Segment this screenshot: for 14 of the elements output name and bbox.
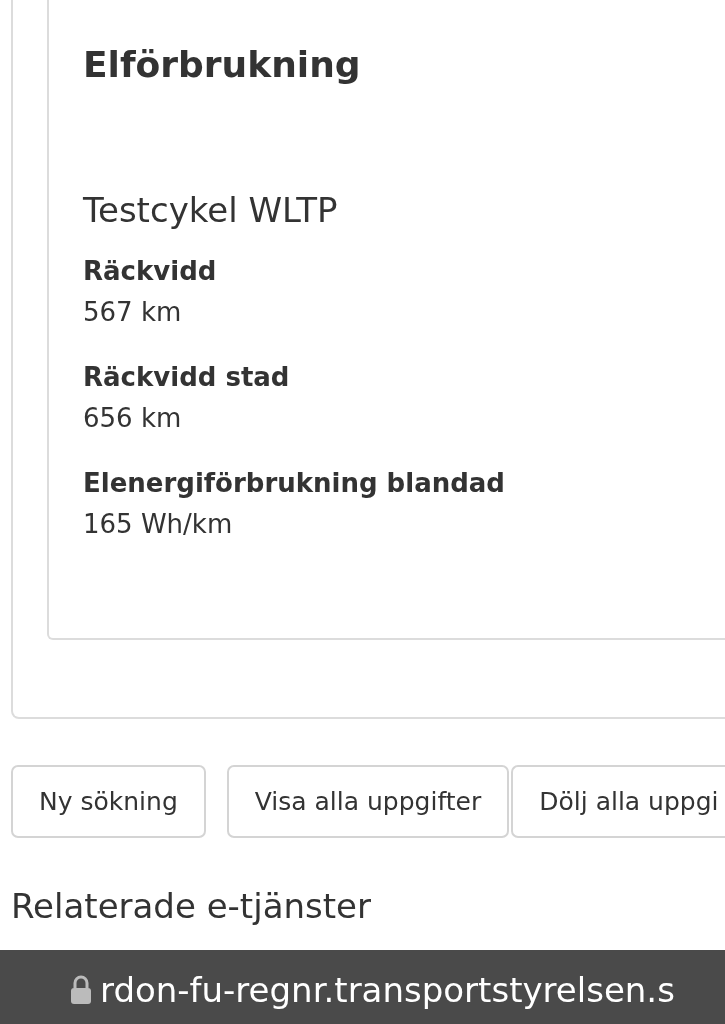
field-label: Räckvidd stad	[83, 361, 290, 394]
field-value: 656 km	[83, 402, 182, 435]
url-text: rdon-fu-regnr.transportstyrelsen.s	[100, 968, 675, 1012]
action-button[interactable]: Dölj alla uppgi	[511, 765, 725, 838]
lock-icon	[70, 975, 92, 1005]
action-button[interactable]: Ny sökning	[11, 765, 206, 838]
field-label: Elenergiförbrukning blandad	[83, 467, 505, 500]
action-button[interactable]: Visa alla uppgifter	[226, 765, 510, 838]
section-title: Elförbrukning	[83, 43, 361, 87]
section-subtitle: Testcykel WLTP	[83, 189, 338, 232]
related-heading: Relaterade e-tjänster	[11, 885, 371, 928]
field-value: 567 km	[83, 296, 182, 329]
field-value: 165 Wh/km	[83, 508, 233, 541]
field-label: Räckvidd	[83, 255, 217, 288]
